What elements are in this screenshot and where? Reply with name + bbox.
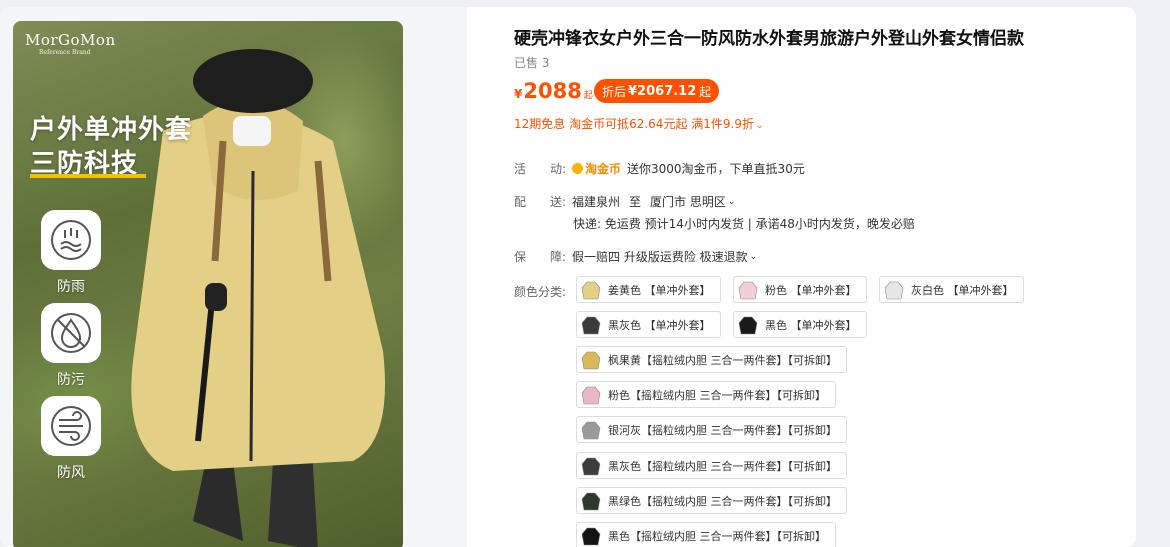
shipping-to: 至 (629, 195, 642, 209)
brand-name: MorGoMon (25, 31, 116, 49)
price-suffix: 起 (583, 91, 593, 101)
hero-title-line1: 户外单冲外套 (30, 115, 193, 145)
sku-label: 银河灰【摇粒绒内胆 三合一两件套】【可拆卸】 (608, 423, 837, 437)
sku-option[interactable]: 粉色【摇粒绒内胆 三合一两件套】【可拆卸】 (576, 381, 836, 408)
jacket-thumbnail-icon (581, 386, 601, 404)
promo-line[interactable]: 12期免息 淘金币可抵62.64元起 满1件9.9折 ⌄ (514, 115, 764, 132)
rain-icon (41, 210, 101, 270)
feature-windproof: 防风 (41, 396, 101, 482)
feature-label: 防污 (57, 372, 85, 388)
sku-option[interactable]: 黑色 【单冲外套】 (733, 311, 867, 338)
chevron-down-icon: ⌄ (755, 121, 764, 131)
sku-label: 黑色【摇粒绒内胆 三合一两件套】【可拆卸】 (608, 529, 826, 543)
sku-option[interactable]: 粉色 【单冲外套】 (733, 276, 867, 303)
feature-rainproof: 防雨 (41, 210, 101, 296)
sku-label: 黑灰色【摇粒绒内胆 三合一两件套】【可拆卸】 (608, 459, 837, 473)
price-row: ¥ 2088 起 (514, 79, 593, 107)
sku-label: 黑绿色【摇粒绒内胆 三合一两件套】【可拆卸】 (608, 494, 837, 508)
image-gallery: MorGoMon Reference Brand 户外单冲外套 三防科技 防雨 … (0, 7, 467, 547)
sku-option[interactable]: 姜黄色 【单冲外套】 (576, 276, 721, 303)
sku-label: 粉色 【单冲外套】 (765, 283, 857, 297)
key-char: 活 (514, 162, 527, 176)
stain-icon (41, 303, 101, 363)
activity-value: 淘金币 送你3000淘金币，下单直抵30元 (572, 160, 805, 177)
product-info: 硬壳冲锋衣女户外三合一防风防水外套男旅游户外登山外套女情侣款 已售 3 ¥ 20… (514, 7, 1124, 547)
key-char: 保 (514, 250, 527, 264)
sku-option[interactable]: 灰白色 【单冲外套】 (879, 276, 1024, 303)
coin-icon (572, 163, 583, 174)
activity-key: 活 动: (514, 160, 572, 177)
chevron-down-icon[interactable]: ⌄ (728, 197, 736, 207)
sku-label: 灰白色 【单冲外套】 (911, 283, 1014, 297)
model-wearing-jacket-illustration (131, 49, 385, 547)
feature-label: 防雨 (57, 279, 85, 295)
product-title: 硬壳冲锋衣女户外三合一防风防水外套男旅游户外登山外套女情侣款 (514, 29, 1024, 49)
discount-label: 折后 (602, 84, 627, 99)
shipping-key: 配 送: (514, 193, 572, 210)
price: 2088 (523, 79, 582, 103)
jacket-thumbnail-icon (738, 316, 758, 334)
key-char: 障: (549, 250, 566, 264)
jacket-thumbnail-icon (581, 492, 601, 510)
jacket-thumbnail-icon (581, 316, 601, 334)
currency-symbol: ¥ (514, 87, 523, 101)
shipping-destination[interactable]: 厦门市 思明区 (650, 193, 726, 210)
shipping-value: 福建泉州 至 厦门市 思明区 ⌄ (572, 193, 735, 210)
feature-label: 防风 (57, 465, 85, 481)
jacket-thumbnail-icon (581, 527, 601, 545)
jacket-thumbnail-icon (884, 281, 904, 299)
color-options-label: 颜色分类: (514, 285, 567, 299)
key-char: 送: (549, 195, 566, 209)
discount-price-badge: 折后 ¥2067.12 起 (594, 79, 720, 103)
discount-price: ¥2067.12 (628, 83, 697, 99)
brand-subtitle: Reference Brand (39, 49, 91, 56)
product-card: MorGoMon Reference Brand 户外单冲外套 三防科技 防雨 … (0, 7, 1136, 547)
sku-label: 黑灰色 【单冲外套】 (608, 318, 711, 332)
jacket-thumbnail-icon (581, 281, 601, 299)
discount-suffix: 起 (699, 84, 712, 99)
guarantee-value[interactable]: 假一赔四 升级版运费险 极速退款 ⌄ (572, 248, 757, 265)
sku-option[interactable]: 黑灰色【摇粒绒内胆 三合一两件套】【可拆卸】 (576, 452, 847, 479)
sku-option[interactable]: 银河灰【摇粒绒内胆 三合一两件套】【可拆卸】 (576, 416, 847, 443)
wind-icon (41, 396, 101, 456)
promo-text: 12期免息 淘金币可抵62.64元起 满1件9.9折 (514, 117, 754, 131)
feature-stainproof: 防污 (41, 303, 101, 389)
guarantee-key: 保 障: (514, 248, 572, 265)
jacket-thumbnail-icon (581, 421, 601, 439)
sku-label: 粉色【摇粒绒内胆 三合一两件套】【可拆卸】 (608, 388, 826, 402)
chevron-down-icon: ⌄ (749, 251, 758, 262)
activity-row: 活 动: 淘金币 送你3000淘金币，下单直抵30元 (514, 160, 805, 177)
key-char: 动: (549, 162, 566, 176)
guarantee-text: 假一赔四 升级版运费险 极速退款 (572, 250, 748, 264)
title-underline (30, 174, 146, 178)
jacket-thumbnail-icon (738, 281, 758, 299)
sold-count: 已售 3 (514, 56, 550, 70)
shipping-origin: 福建泉州 (572, 195, 621, 209)
taojinbi-badge: 淘金币 (585, 162, 622, 176)
sku-option[interactable]: 黑灰色 【单冲外套】 (576, 311, 721, 338)
shipping-row: 配 送: 福建泉州 至 厦门市 思明区 ⌄ (514, 193, 735, 210)
sku-label: 姜黄色 【单冲外套】 (608, 283, 711, 297)
key-char: 配 (514, 195, 527, 209)
main-product-image[interactable]: MorGoMon Reference Brand 户外单冲外套 三防科技 防雨 … (13, 21, 403, 547)
sku-label: 枫果黄【摇粒绒内胆 三合一两件套】【可拆卸】 (608, 353, 837, 367)
shipping-detail: 快递: 免运费 预计14小时内发货 | 承诺48小时内发货，晚发必赔 (573, 217, 915, 231)
jacket-thumbnail-icon (581, 457, 601, 475)
activity-text: 送你3000淘金币，下单直抵30元 (627, 162, 805, 176)
sku-option[interactable]: 黑绿色【摇粒绒内胆 三合一两件套】【可拆卸】 (576, 487, 847, 514)
brand-logo: MorGoMon Reference Brand (25, 31, 116, 56)
guarantee-row: 保 障: 假一赔四 升级版运费险 极速退款 ⌄ (514, 248, 757, 265)
sku-label: 黑色 【单冲外套】 (765, 318, 857, 332)
sku-option[interactable]: 枫果黄【摇粒绒内胆 三合一两件套】【可拆卸】 (576, 346, 847, 373)
sku-option[interactable]: 黑色【摇粒绒内胆 三合一两件套】【可拆卸】 (576, 522, 836, 547)
jacket-thumbnail-icon (581, 351, 601, 369)
